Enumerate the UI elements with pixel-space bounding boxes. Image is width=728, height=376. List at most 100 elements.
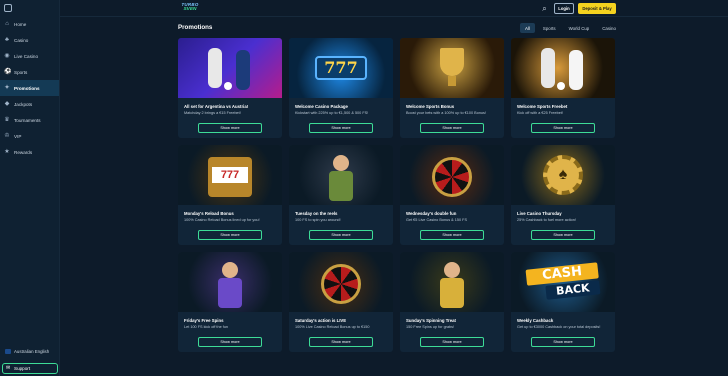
filter-chip-world-cup[interactable]: World Cup (564, 23, 595, 33)
promo-title: Wednesday's double fun (406, 211, 457, 216)
page-title: Promotions (178, 24, 213, 31)
sidebar-item-label: Jackpots (14, 101, 33, 107)
sidebar-item-home[interactable]: ⌂ Home (0, 16, 59, 32)
sidebar-item-promotions[interactable]: ✦ Promotions (0, 80, 59, 96)
sidebar-item-sports[interactable]: ⚽ Sports (0, 64, 59, 80)
app-root: ⌂ Home ♣ Casino ◉ Live Casino ⚽ Sports ✦ Promotio… (0, 0, 728, 376)
show-more-button[interactable]: Show more (198, 230, 262, 240)
sidebar-item-label: Tournaments (14, 117, 41, 123)
sidebar-toggle-icon[interactable] (4, 4, 12, 12)
promo-card[interactable]: 777 Monday's Reload Bonus 100% Casino Relo… (178, 145, 282, 245)
sidebar-item-label: Live Casino (14, 53, 39, 59)
filter-chip-all[interactable]: All (520, 23, 535, 33)
casino-icon: ♣ (5, 37, 9, 43)
promo-image[interactable] (511, 38, 615, 98)
show-more-button[interactable]: Show more (531, 123, 595, 133)
show-more-button[interactable]: Show more (420, 337, 484, 347)
show-more-button[interactable]: Show more (420, 123, 484, 133)
promo-title: Saturday's action is LIVE (295, 318, 347, 323)
promo-description: Let 100 FS kick off the fun (184, 325, 229, 329)
promo-card[interactable]: Wednesday's double fun Get €5 Live Casino… (400, 145, 504, 245)
site-logo[interactable]: TURBO SVEN (176, 2, 204, 15)
sidebar-header (0, 0, 59, 16)
promo-card[interactable]: 777 Welcome Casino Package Kickstart with … (289, 38, 393, 138)
sidebar-item-rewards[interactable]: ★ Rewards (0, 144, 59, 160)
gift-icon: ✦ (4, 85, 10, 91)
promo-image[interactable]: ♠ (511, 145, 615, 205)
sidebar-item-label: Rewards (14, 149, 33, 155)
promo-description: Kick off with a €25 Freebet! (517, 111, 563, 115)
promo-title: Sunday's Spinning Treat (406, 318, 456, 323)
filter-chip-sports[interactable]: Sports (538, 23, 561, 33)
deposit-button[interactable]: Deposit & Play (578, 3, 616, 14)
promo-title: Live Casino Thursday (517, 211, 562, 216)
show-more-button[interactable]: Show more (309, 123, 373, 133)
promo-image[interactable] (289, 252, 393, 312)
show-more-button[interactable]: Show more (309, 230, 373, 240)
sidebar-item-label: Home (14, 21, 27, 27)
sidebar-item-tournaments[interactable]: ♛ Tournaments (0, 112, 59, 128)
show-more-button[interactable]: Show more (420, 230, 484, 240)
promo-card[interactable]: Saturday's action is LIVE 100% Live Casin… (289, 252, 393, 352)
promo-image[interactable] (400, 38, 504, 98)
promo-description: 100% Casino Reload Bonus lined up for yo… (184, 218, 260, 222)
promo-card[interactable]: Tuesday on the reels 100 FS to spin you a… (289, 145, 393, 245)
show-more-button[interactable]: Show more (531, 230, 595, 240)
sidebar-item-casino[interactable]: ♣ Casino (0, 32, 59, 48)
promo-card[interactable]: All set for Argentina vs Austria! Matchda… (178, 38, 282, 138)
crown-icon: ♔ (4, 133, 10, 139)
jackpot-icon: ◆ (4, 101, 10, 107)
promo-card[interactable]: Welcome Sports Freebet Kick off with a €2… (511, 38, 615, 138)
promo-image[interactable] (289, 145, 393, 205)
sidebar-bottom: Australian English ✉ Support (2, 345, 58, 374)
sidebar-nav: ⌂ Home ♣ Casino ◉ Live Casino ⚽ Sports ✦ Promotio… (0, 16, 59, 160)
promo-description: Get €5 Live Casino Bonus & 150 FS (406, 218, 467, 222)
promo-title: Friday's Free Spins (184, 318, 224, 323)
logo-line2: SVEN (183, 7, 197, 12)
promo-title: Welcome Sports Bonus (406, 104, 455, 109)
language-selector[interactable]: Australian English (2, 345, 58, 357)
search-icon[interactable]: ⌕ (540, 4, 549, 13)
promo-image[interactable] (178, 252, 282, 312)
show-more-button[interactable]: Show more (198, 123, 262, 133)
promo-title: Welcome Casino Package (295, 104, 348, 109)
language-label: Australian English (14, 348, 50, 354)
promo-card[interactable]: Welcome Sports Bonus Boost your bets with… (400, 38, 504, 138)
trophy-icon: ♛ (4, 117, 10, 123)
promo-image[interactable]: 777 (289, 38, 393, 98)
promo-image[interactable] (400, 252, 504, 312)
promo-filters: All Sports World Cup Casino (520, 23, 621, 33)
filter-chip-casino[interactable]: Casino (597, 23, 621, 33)
sports-icon: ⚽ (4, 69, 12, 75)
login-button[interactable]: Login (554, 3, 574, 14)
promo-card[interactable]: ♠ Live Casino Thursday 25% Cashback to fue… (511, 145, 615, 245)
sidebar-item-vip[interactable]: ♔ VIP (0, 128, 59, 144)
show-more-button[interactable]: Show more (198, 337, 262, 347)
sidebar-item-label: Casino (14, 37, 29, 43)
promo-title: Welcome Sports Freebet (517, 104, 568, 109)
promo-card[interactable]: CASH BACK Weekly Cashback Get up to €3000 C… (511, 252, 615, 352)
promo-description: Boost your bets with a 100% up to €100 B… (406, 111, 486, 115)
chat-icon: ✉ (6, 365, 11, 371)
promo-image[interactable] (400, 145, 504, 205)
promo-title: All set for Argentina vs Austria! (184, 104, 249, 109)
promo-card[interactable]: Friday's Free Spins Let 100 FS kick off t… (178, 252, 282, 352)
support-label: Support (14, 366, 31, 371)
promo-image[interactable] (178, 38, 282, 98)
promo-description: Kickstart with 225% up to €1,500 & 500 F… (295, 111, 369, 115)
show-more-button[interactable]: Show more (309, 337, 373, 347)
sidebar-item-label: Sports (14, 69, 28, 75)
promo-card[interactable]: Sunday's Spinning Treat 150 Free Spins up… (400, 252, 504, 352)
sidebar-item-live-casino[interactable]: ◉ Live Casino (0, 48, 59, 64)
sidebar-item-label: VIP (14, 133, 22, 139)
promo-description: Get up to €3000 Cashback on your total d… (517, 325, 601, 329)
promo-image[interactable]: 777 (178, 145, 282, 205)
promo-image[interactable]: CASH BACK (511, 252, 615, 312)
sidebar-item-jackpots[interactable]: ◆ Jackpots (0, 96, 59, 112)
show-more-button[interactable]: Show more (531, 337, 595, 347)
flag-icon (5, 348, 11, 354)
live-casino-icon: ◉ (4, 53, 10, 59)
support-button[interactable]: ✉ Support (2, 363, 58, 374)
sidebar-item-label: Promotions (14, 85, 40, 91)
promo-description: 25% Cashback to fuel more action! (517, 218, 576, 222)
